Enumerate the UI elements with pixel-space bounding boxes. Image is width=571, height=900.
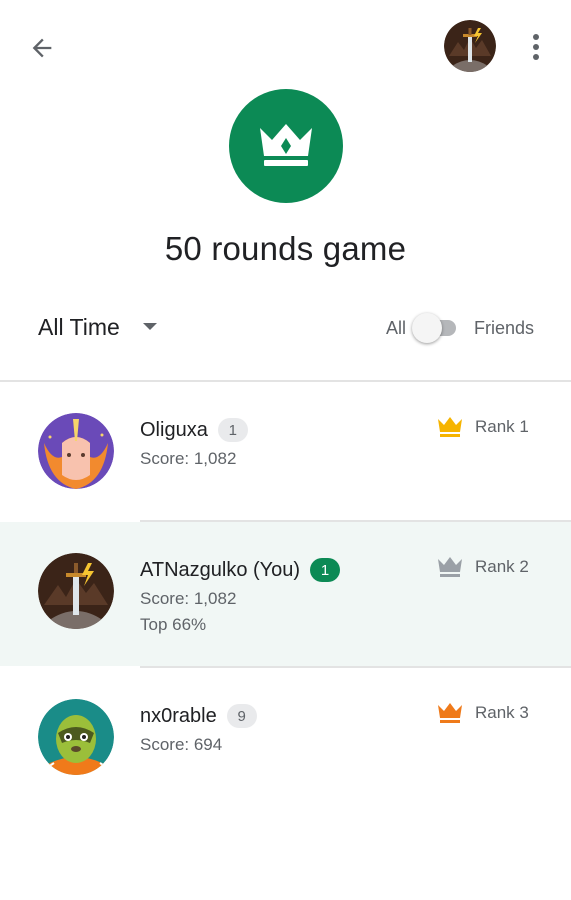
player-avatar[interactable] [38, 699, 114, 775]
player-avatar[interactable] [38, 553, 114, 629]
back-button[interactable] [22, 28, 62, 68]
sword-avatar-icon [38, 553, 114, 629]
player-level-badge: 1 [310, 558, 341, 582]
toggle-label-all: All [386, 317, 407, 338]
player-avatar[interactable] [38, 413, 114, 489]
rank-indicator: Rank 2 [437, 557, 529, 577]
player-percentile: Top 66% [140, 615, 207, 634]
profile-avatar[interactable] [444, 20, 496, 72]
rank-indicator: Rank 1 [437, 417, 529, 437]
unicorn-avatar-icon [38, 413, 114, 489]
friends-filter: All Friends [386, 311, 534, 345]
dropdown-arrow-icon [142, 323, 157, 330]
rank-label: Rank 2 [475, 557, 529, 576]
leaderboard-row[interactable]: nx0rable 9 Score: 694 Rank 3 [0, 668, 571, 798]
player-name: ATNazgulko (You) [140, 558, 301, 581]
leaderboard-title: 50 rounds game [164, 230, 407, 267]
leaderboard-row[interactable]: Oliguxa 1 Score: 1,082 Rank 1 [0, 382, 571, 521]
player-name: Oliguxa [140, 418, 208, 441]
toggle-thumb [412, 313, 443, 343]
sloth-avatar-icon [38, 699, 114, 775]
player-score: Score: 694 [140, 735, 223, 754]
crown-bronze-icon [438, 703, 462, 723]
leaderboard-row-you[interactable]: ATNazgulko (You) 1 Score: 1,082 Top 66% … [0, 522, 571, 666]
rank-label: Rank 3 [475, 703, 529, 722]
toggle-label-friends: Friends [474, 317, 535, 338]
arrow-back-icon [32, 38, 52, 58]
player-level-badge: 9 [226, 704, 257, 728]
more-vert-icon [533, 34, 539, 60]
crown-silver-icon [438, 557, 462, 577]
sword-avatar-icon [444, 20, 496, 72]
leaderboard-badge [229, 89, 343, 203]
crown-gold-icon [438, 417, 462, 437]
time-range-dropdown[interactable]: All Time [38, 308, 158, 346]
player-level-badge: 1 [217, 418, 248, 442]
more-options-button[interactable] [521, 27, 551, 67]
time-range-label: All Time [38, 313, 120, 340]
player-name: nx0rable [140, 704, 217, 727]
player-score: Score: 1,082 [140, 589, 237, 608]
rank-indicator: Rank 3 [437, 703, 529, 723]
player-score: Score: 1,082 [140, 449, 237, 468]
crown-icon [260, 124, 312, 166]
friends-toggle-switch[interactable] [412, 313, 460, 343]
rank-label: Rank 1 [475, 417, 529, 436]
